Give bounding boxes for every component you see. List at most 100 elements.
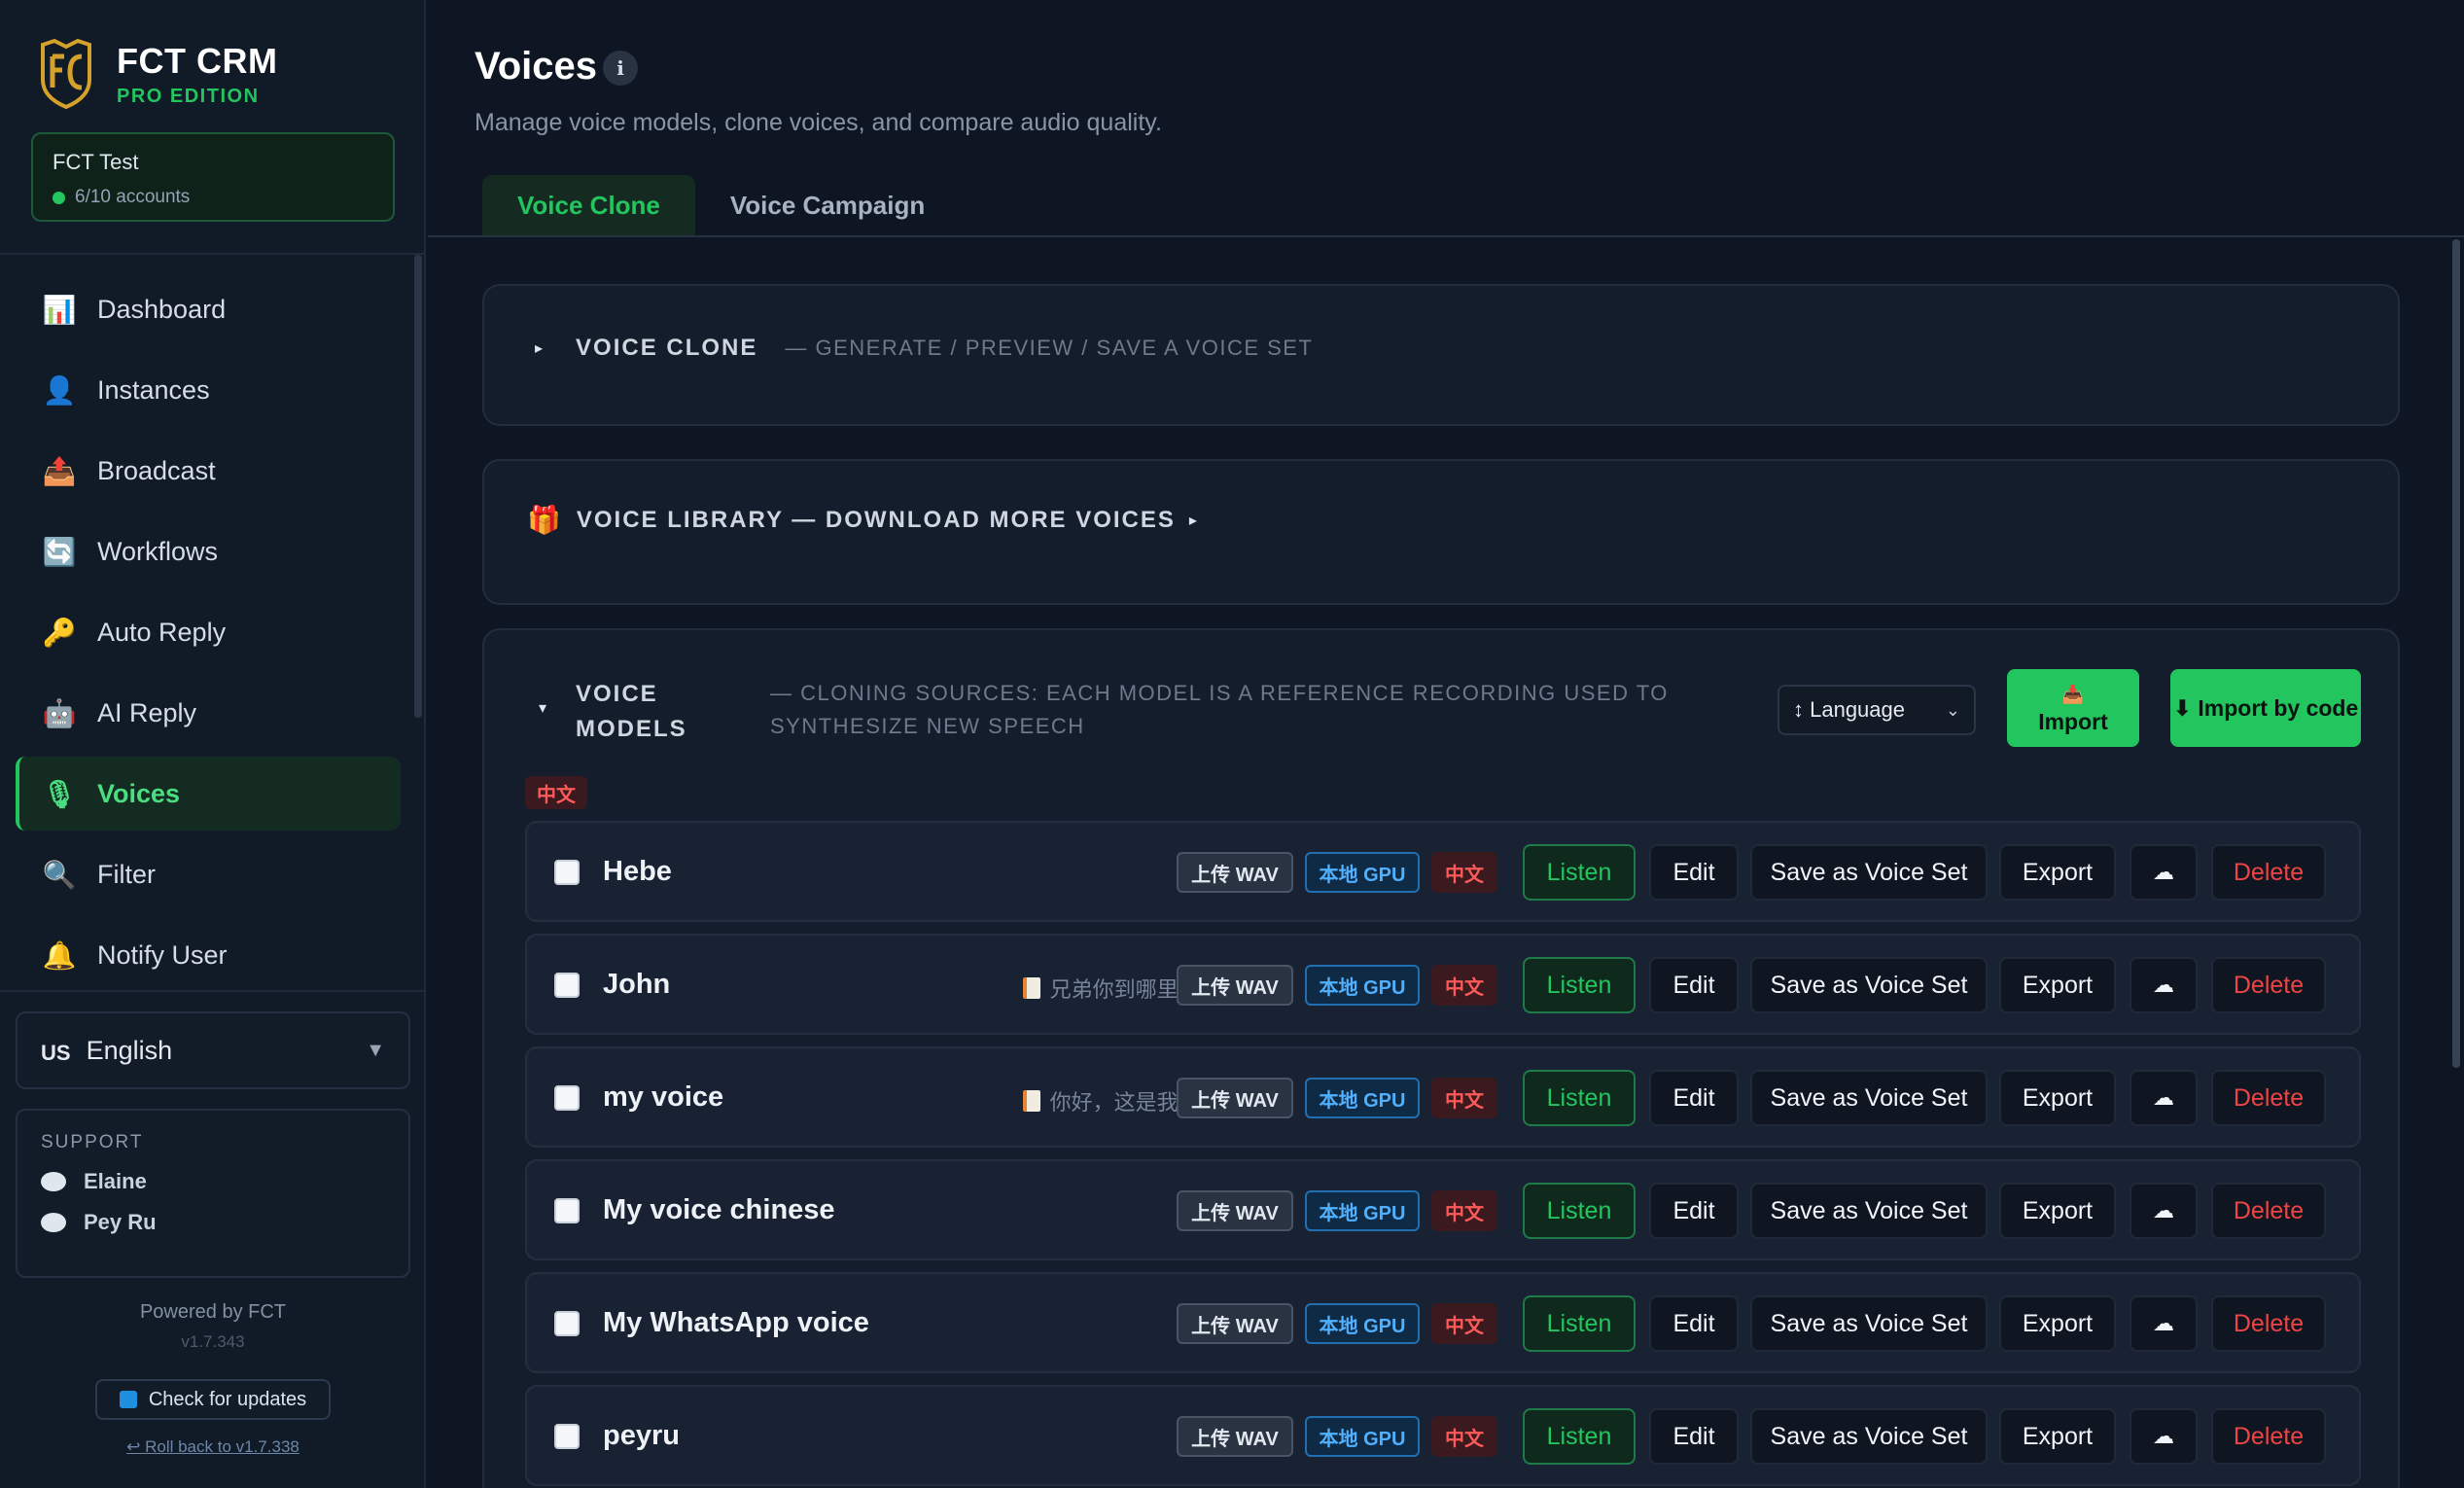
sidebar-item-voices[interactable]: 🎙 Voices (16, 757, 401, 831)
export-button[interactable]: Export (1999, 844, 2116, 901)
sidebar-item-workflows[interactable]: 🔄 Workflows (16, 514, 401, 588)
delete-button[interactable]: Delete (2211, 1408, 2326, 1465)
tab-voice-campaign[interactable]: Voice Campaign (695, 175, 960, 235)
info-icon[interactable]: i (603, 51, 638, 86)
row-checkbox[interactable] (554, 1198, 580, 1223)
tab-voice-clone[interactable]: Voice Clone (482, 175, 695, 235)
sidebar-nav: 📊 Dashboard 👤 Instances 📤 Broadcast 🔄 Wo… (16, 272, 401, 999)
delete-button[interactable]: Delete (2211, 957, 2326, 1013)
sidebar-item-auto-reply[interactable]: 🔑 Auto Reply (16, 595, 401, 669)
brand-subtitle: PRO EDITION (117, 85, 260, 107)
save-voice-set-button[interactable]: Save as Voice Set (1750, 1408, 1988, 1465)
row-checkbox[interactable] (554, 1311, 580, 1336)
export-button[interactable]: Export (1999, 1183, 2116, 1239)
main-scrollbar[interactable] (2452, 239, 2460, 1068)
cloud-upload-icon[interactable]: ☁ (2130, 957, 2198, 1013)
listen-button[interactable]: Listen (1523, 1408, 1636, 1465)
check-updates-button[interactable]: Check for updates (95, 1379, 331, 1420)
document-icon (1022, 977, 1040, 999)
table-row: My voice chinese 上传 WAV 本地 GPU 中文 Listen… (525, 1159, 2361, 1260)
import-button[interactable]: 📥 Import (2007, 669, 2139, 747)
language-badge: 中文 (1431, 1303, 1497, 1344)
delete-button[interactable]: Delete (2211, 1070, 2326, 1126)
save-voice-set-button[interactable]: Save as Voice Set (1750, 844, 1988, 901)
sidebar-item-label: Workflows (97, 536, 219, 566)
local-gpu-badge: 本地 GPU (1305, 1416, 1420, 1457)
edit-button[interactable]: Edit (1649, 1183, 1739, 1239)
sidebar-item-notify-user[interactable]: 🔔 Notify User (16, 918, 401, 992)
expand-arrow-icon: ▸ (1188, 512, 1197, 529)
edit-button[interactable]: Edit (1649, 1408, 1739, 1465)
sidebar-item-broadcast[interactable]: 📤 Broadcast (16, 434, 401, 508)
cloud-upload-icon[interactable]: ☁ (2130, 1295, 2198, 1352)
search-icon: 🔍 (42, 859, 77, 890)
listen-button[interactable]: Listen (1523, 1183, 1636, 1239)
table-row: My WhatsApp voice 上传 WAV 本地 GPU 中文 Liste… (525, 1272, 2361, 1373)
voice-clone-panel: ▸ VOICE CLONE — GENERATE / PREVIEW / SAV… (482, 284, 2400, 426)
section-title: VOICE MODELS (576, 681, 687, 742)
local-gpu-badge: 本地 GPU (1305, 1078, 1420, 1118)
voice-name: Hebe (603, 856, 672, 887)
sidebar-scrollbar[interactable] (414, 255, 422, 718)
edit-button[interactable]: Edit (1649, 957, 1739, 1013)
collapse-arrow-icon[interactable]: ▾ (539, 698, 546, 718)
row-checkbox[interactable] (554, 1424, 580, 1449)
rollback-link[interactable]: ↩ Roll back to v1.7.338 (0, 1437, 426, 1457)
save-voice-set-button[interactable]: Save as Voice Set (1750, 957, 1988, 1013)
cloud-upload-icon[interactable]: ☁ (2130, 1408, 2198, 1465)
sync-icon: 🔄 (42, 536, 77, 567)
listen-button[interactable]: Listen (1523, 957, 1636, 1013)
language-badge: 中文 (1431, 1416, 1497, 1457)
edit-button[interactable]: Edit (1649, 844, 1739, 901)
person-icon: 👤 (42, 374, 77, 406)
section-note: — CLONING SOURCES: EACH MODEL IS A REFER… (770, 681, 1669, 738)
language-badge: 中文 (1431, 965, 1497, 1006)
sidebar-item-filter[interactable]: 🔍 Filter (16, 837, 401, 911)
account-status: 6/10 accounts (53, 187, 373, 208)
brand[interactable]: FCT CRM PRO EDITION (39, 37, 277, 111)
listen-button[interactable]: Listen (1523, 844, 1636, 901)
export-button[interactable]: Export (1999, 1070, 2116, 1126)
language-value: English (86, 1035, 173, 1065)
support-contact-elaine[interactable]: Elaine (41, 1169, 385, 1194)
voice-clone-header[interactable]: ▸ VOICE CLONE — GENERATE / PREVIEW / SAV… (535, 335, 1313, 362)
upload-wav-badge: 上传 WAV (1177, 1303, 1293, 1344)
save-voice-set-button[interactable]: Save as Voice Set (1750, 1183, 1988, 1239)
edit-button[interactable]: Edit (1649, 1295, 1739, 1352)
cloud-upload-icon[interactable]: ☁ (2130, 844, 2198, 901)
key-icon: 🔑 (42, 617, 77, 648)
language-sort-select[interactable]: ↕ Language ⌄ (1778, 685, 1976, 735)
sidebar-item-instances[interactable]: 👤 Instances (16, 353, 401, 427)
export-button[interactable]: Export (1999, 1408, 2116, 1465)
export-button[interactable]: Export (1999, 957, 2116, 1013)
import-by-code-button[interactable]: ⬇ Import by code (2170, 669, 2361, 747)
support-contact-pey-ru[interactable]: Pey Ru (41, 1210, 385, 1235)
import-label: Import (2038, 709, 2108, 734)
sidebar-item-ai-reply[interactable]: 🤖 AI Reply (16, 676, 401, 750)
delete-button[interactable]: Delete (2211, 1295, 2326, 1352)
language-select[interactable]: US English ▼ (16, 1011, 410, 1089)
listen-button[interactable]: Listen (1523, 1295, 1636, 1352)
chat-bubble-icon (41, 1172, 66, 1191)
listen-button[interactable]: Listen (1523, 1070, 1636, 1126)
row-checkbox[interactable] (554, 1085, 580, 1111)
cloud-upload-icon[interactable]: ☁ (2130, 1183, 2198, 1239)
table-row: Hebe 上传 WAV 本地 GPU 中文 Listen Edit Save a… (525, 821, 2361, 922)
row-checkbox[interactable] (554, 860, 580, 885)
row-checkbox[interactable] (554, 973, 580, 998)
edit-button[interactable]: Edit (1649, 1070, 1739, 1126)
sidebar-item-label: Instances (97, 374, 210, 405)
save-voice-set-button[interactable]: Save as Voice Set (1750, 1070, 1988, 1126)
sidebar-item-dashboard[interactable]: 📊 Dashboard (16, 272, 401, 346)
cloud-upload-icon[interactable]: ☁ (2130, 1070, 2198, 1126)
transcript-text: 兄弟你到哪里... (1049, 977, 1196, 1002)
save-voice-set-button[interactable]: Save as Voice Set (1750, 1295, 1988, 1352)
voice-library-header[interactable]: 🎁 VOICE LIBRARY — DOWNLOAD MORE VOICES ▸ (527, 504, 1230, 536)
delete-button[interactable]: Delete (2211, 844, 2326, 901)
account-card[interactable]: FCT Test 6/10 accounts (31, 132, 395, 222)
support-contact-label: Elaine (84, 1169, 147, 1193)
export-button[interactable]: Export (1999, 1295, 2116, 1352)
delete-button[interactable]: Delete (2211, 1183, 2326, 1239)
support-title: SUPPORT (41, 1132, 144, 1152)
local-gpu-badge: 本地 GPU (1305, 965, 1420, 1006)
